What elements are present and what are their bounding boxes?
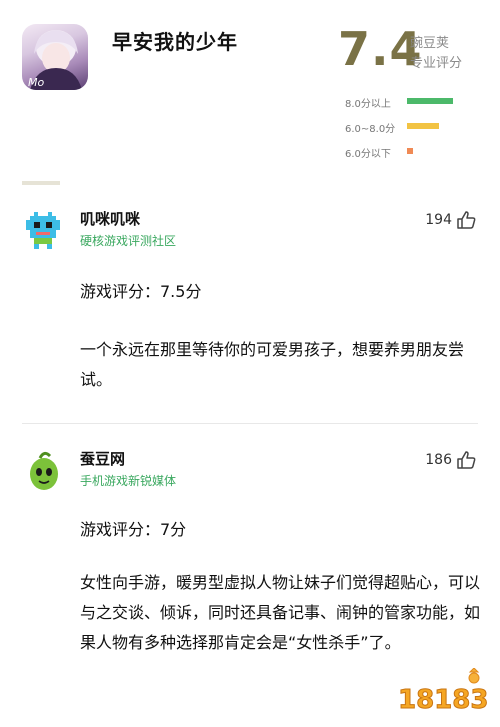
rating-source: 豌豆荚 专业评分: [410, 34, 462, 74]
reviewer-name[interactable]: 叽咪叽咪: [80, 208, 140, 229]
legend-row-low: 6.0分以下: [345, 142, 485, 167]
thumbs-up-icon: [457, 211, 476, 229]
app-icon[interactable]: Mo: [22, 24, 88, 90]
legend-label-high: 8.0分以上: [345, 99, 391, 110]
review-separator: [22, 423, 478, 424]
review-card: 叽咪叽咪 硬核游戏评测社区 194 游戏评分：7.5分 一个永远在那里等待你的可…: [0, 210, 500, 420]
review-text: 女性向手游，暖男型虚拟人物让妹子们觉得超贴心，可以与之交谈、倾诉，同时还具备记事…: [80, 573, 481, 652]
rating-legend: 8.0分以上 6.0~8.0分 6.0分以下: [345, 92, 485, 167]
legend-row-mid: 6.0~8.0分: [345, 117, 485, 142]
review-score: 游戏评分：7分: [80, 520, 187, 539]
legend-label-low: 6.0分以下: [345, 149, 391, 160]
like-button[interactable]: 186: [425, 450, 476, 470]
rating-source-name: 豌豆荚: [410, 36, 450, 51]
app-title: 早安我的少年: [112, 30, 238, 54]
pixel-robot-icon: [26, 212, 60, 249]
legend-label-mid: 6.0~8.0分: [345, 124, 396, 135]
like-button[interactable]: 194: [425, 210, 476, 230]
reviewer-org: 硬核游戏评测社区: [80, 234, 177, 248]
site-watermark-logo: 18183: [396, 667, 492, 718]
green-bean-icon: [30, 451, 58, 490]
legend-bar-low: [407, 148, 413, 154]
avatar[interactable]: [22, 210, 64, 252]
watermark-text: 18183: [398, 685, 488, 715]
like-count: 186: [425, 452, 452, 468]
review-text: 一个永远在那里等待你的可爱男孩子，想要养男朋友尝试。: [80, 340, 465, 389]
thumbs-up-icon: [457, 451, 476, 469]
reviewer-org: 手机游戏新锐媒体: [80, 474, 177, 488]
avatar[interactable]: [22, 450, 64, 492]
svg-text:Mo: Mo: [28, 76, 44, 89]
legend-row-high: 8.0分以上: [345, 92, 485, 117]
legend-bar-mid: [407, 123, 439, 129]
reviewer-name[interactable]: 蚕豆网: [80, 448, 125, 469]
review-score: 游戏评分：7.5分: [80, 282, 202, 301]
section-divider: [22, 181, 60, 185]
rating-source-type: 专业评分: [410, 56, 463, 71]
app-header: Mo 早安我的少年 7.4 豌豆荚 专业评分 8.0分以上 6.0~8.0分 6…: [0, 0, 500, 180]
like-count: 194: [425, 212, 452, 228]
legend-bar-high: [407, 98, 453, 104]
